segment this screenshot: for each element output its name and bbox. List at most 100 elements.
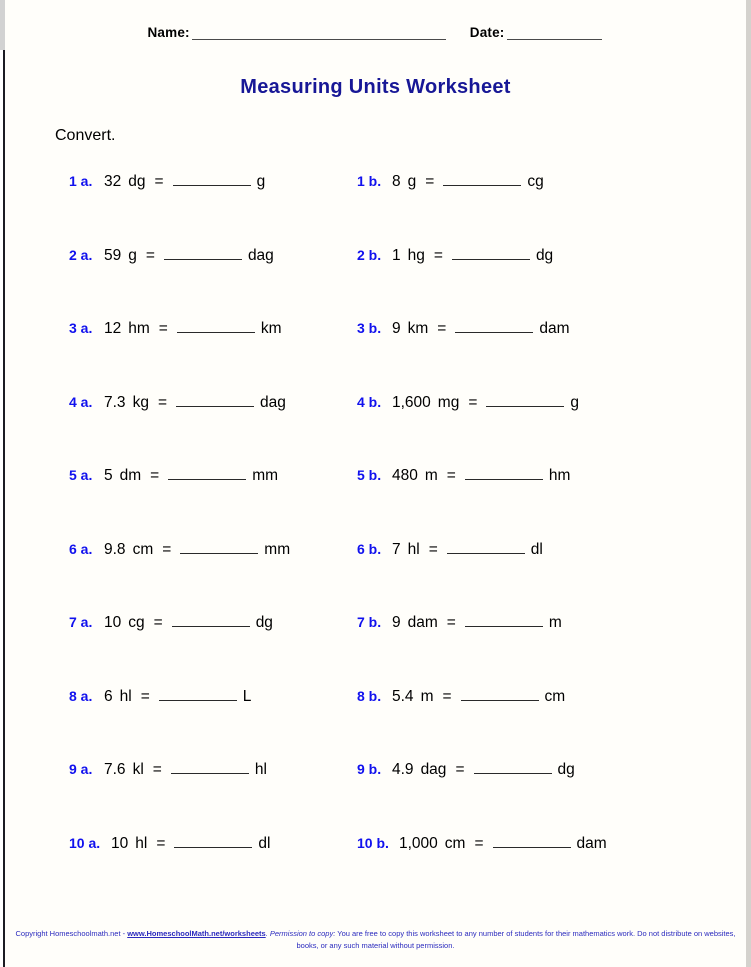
problem-9b: 9 b. 4.9 dag = dg	[335, 760, 675, 779]
answer-blank[interactable]	[168, 466, 247, 480]
problem-4a: 4 a. 7.3 kg = dag	[5, 393, 335, 412]
problem-6a: 6 a. 9.8 cm = mm	[5, 540, 335, 559]
equals-sign: =	[425, 173, 435, 190]
equals-sign: =	[474, 834, 484, 852]
problem-value: 9	[392, 614, 401, 631]
problem-from-unit: g	[128, 246, 137, 264]
problem-to-unit: L	[242, 687, 252, 705]
problem-value: 9.8	[104, 540, 126, 558]
problem-from-unit: cm	[132, 540, 154, 558]
date-input-line[interactable]	[506, 26, 602, 40]
problem-from-unit: dg	[128, 173, 146, 190]
problem-row: 4 a. 7.3 kg = dag 4 b. 1,600 mg = g	[5, 393, 746, 467]
problem-from-unit: hl	[119, 687, 132, 705]
answer-blank[interactable]	[158, 687, 237, 701]
answer-blank[interactable]	[163, 246, 242, 260]
equals-sign: =	[446, 614, 456, 631]
problem-value: 4.9	[392, 761, 414, 778]
problem-9a: 9 a. 7.6 kl = hl	[5, 760, 335, 779]
problem-from-unit: cg	[128, 614, 145, 631]
problem-number: 7 b.	[357, 614, 382, 630]
problem-value: 1	[392, 246, 401, 264]
problem-to-unit: dg	[255, 614, 273, 631]
problem-to-unit: g	[570, 393, 580, 411]
answer-blank[interactable]	[172, 172, 251, 186]
problem-from-unit: dam	[407, 614, 438, 631]
answer-blank[interactable]	[486, 393, 565, 407]
problem-value: 7	[392, 540, 401, 558]
answer-blank[interactable]	[473, 760, 552, 774]
answer-blank[interactable]	[443, 172, 522, 186]
problem-row: 1 a. 32 dg = g 1 b. 8 g = cg	[5, 172, 746, 246]
answer-blank[interactable]	[176, 393, 254, 407]
problem-row: 5 a. 5 dm = mm 5 b. 480 m = hm	[5, 466, 746, 540]
problem-to-unit: dag	[247, 246, 274, 264]
equals-sign: =	[157, 393, 167, 411]
homeschoolmath-link[interactable]: www.HomeschoolMath.net/worksheets	[127, 929, 266, 938]
problem-from-unit: hl	[135, 834, 148, 852]
problem-value: 10	[104, 614, 122, 631]
problem-value: 32	[104, 173, 122, 190]
problem-from-unit: dm	[119, 467, 142, 484]
problem-from-unit: kl	[132, 761, 144, 778]
problem-number: 2 b.	[357, 246, 382, 263]
problem-number: 9 b.	[357, 761, 382, 777]
answer-blank[interactable]	[451, 246, 530, 260]
problem-number: 1 a.	[69, 173, 93, 189]
problem-from-unit: g	[407, 173, 417, 190]
problem-row: 3 a. 12 hm = km 3 b. 9 km = dam	[5, 319, 746, 393]
answer-blank[interactable]	[180, 540, 259, 554]
name-input-line[interactable]	[191, 26, 446, 40]
problem-value: 1,600	[392, 393, 431, 411]
problem-number: 10 b.	[357, 834, 389, 851]
footer-copyright-prefix: Copyright Homeschoolmath.net -	[15, 929, 128, 938]
problem-to-unit: dag	[260, 393, 286, 411]
problem-to-unit: g	[256, 173, 266, 190]
equals-sign: =	[152, 761, 162, 778]
student-info-header: Name: Date:	[5, 25, 746, 40]
problem-1a: 1 a. 32 dg = g	[5, 172, 335, 191]
problem-10a: 10 a. 10 hl = dl	[5, 834, 335, 853]
problem-8a: 8 a. 6 hl = L	[5, 687, 335, 706]
answer-blank[interactable]	[171, 613, 250, 627]
problem-number: 4 a.	[69, 393, 93, 410]
answer-blank[interactable]	[455, 319, 534, 333]
problem-row: 10 a. 10 hl = dl 10 b. 1,000 cm = dam	[5, 834, 746, 908]
problem-from-unit: cm	[444, 834, 466, 852]
equals-sign: =	[442, 687, 452, 705]
answer-blank[interactable]	[460, 687, 539, 701]
problem-from-unit: kg	[132, 393, 149, 411]
problem-to-unit: hm	[548, 467, 571, 484]
problem-number: 5 b.	[357, 467, 382, 483]
equals-sign: =	[158, 320, 168, 337]
answer-blank[interactable]	[446, 540, 525, 554]
answer-blank[interactable]	[492, 834, 571, 848]
problem-7b: 7 b. 9 dam = m	[335, 613, 675, 632]
page-border-right	[746, 0, 751, 967]
problem-row: 2 a. 59 g = dag 2 b. 1 hg = dg	[5, 246, 746, 320]
footer-permission-text: You are free to copy this worksheet to a…	[296, 929, 736, 950]
equals-sign: =	[455, 761, 465, 778]
problem-to-unit: dl	[530, 540, 543, 558]
problem-number: 1 b.	[357, 173, 382, 189]
problem-value: 9	[392, 320, 401, 337]
problem-to-unit: dg	[557, 761, 575, 778]
answer-blank[interactable]	[464, 613, 543, 627]
answer-blank[interactable]	[176, 319, 255, 333]
problem-number: 5 a.	[69, 467, 93, 483]
problem-number: 6 a.	[69, 540, 93, 557]
problem-7a: 7 a. 10 cg = dg	[5, 613, 335, 632]
equals-sign: =	[140, 687, 150, 705]
answer-blank[interactable]	[170, 760, 249, 774]
problem-from-unit: km	[407, 320, 429, 337]
problem-to-unit: cm	[544, 687, 566, 705]
problem-from-unit: hm	[128, 320, 150, 337]
answer-blank[interactable]	[174, 834, 253, 848]
equals-sign: =	[468, 393, 478, 411]
equals-sign: =	[154, 173, 164, 190]
footer-copyright: Copyright Homeschoolmath.net - www.Homes…	[5, 928, 746, 952]
equals-sign: =	[437, 320, 447, 337]
page-title: Measuring Units Worksheet	[240, 76, 511, 98]
answer-blank[interactable]	[464, 466, 543, 480]
problem-number: 10 a.	[69, 834, 101, 851]
